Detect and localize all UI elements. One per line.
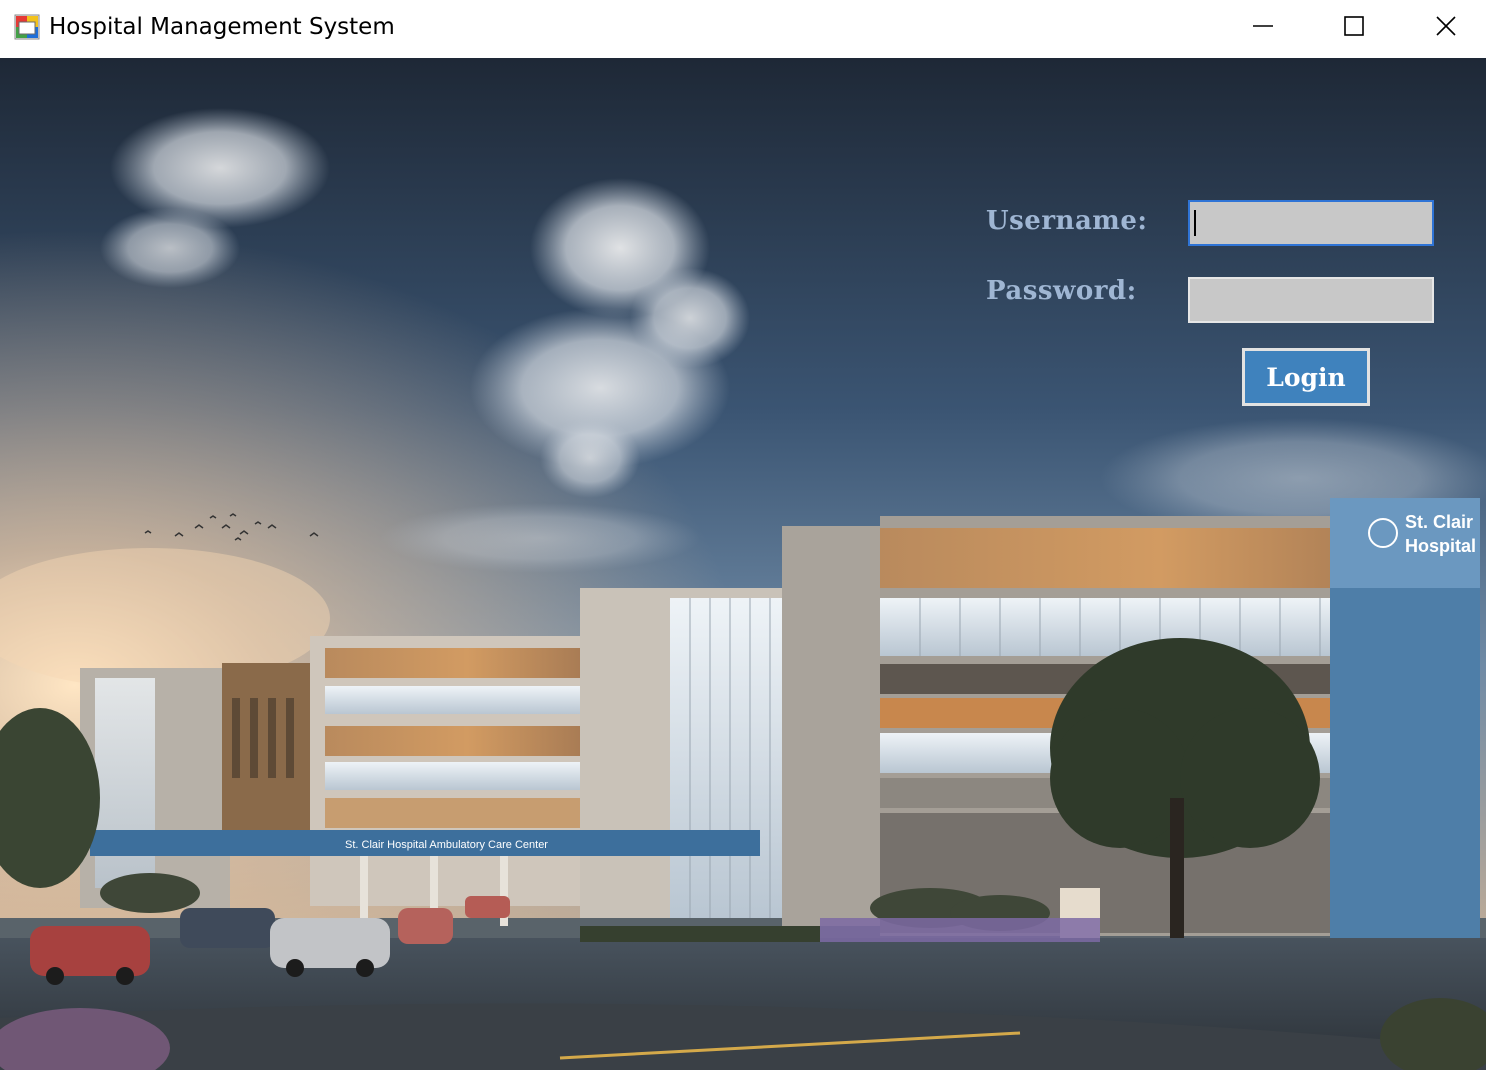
minimize-icon <box>1253 25 1273 27</box>
password-input[interactable] <box>1188 277 1434 323</box>
username-input[interactable] <box>1188 200 1434 246</box>
password-label: Password: <box>986 276 1137 306</box>
window-title: Hospital Management System <box>49 14 395 40</box>
maximize-button[interactable] <box>1308 0 1400 52</box>
canopy-sign: St. Clair Hospital Ambulatory Care Cente… <box>345 839 548 851</box>
app-window-icon <box>14 14 40 40</box>
title-bar: Hospital Management System <box>0 0 1486 58</box>
username-label: Username: <box>986 206 1148 236</box>
minimize-button[interactable] <box>1217 0 1309 52</box>
building-sign-line2: Hospital <box>1405 536 1476 556</box>
login-button[interactable]: Login <box>1242 348 1370 406</box>
close-button[interactable] <box>1400 0 1486 52</box>
text-caret <box>1194 210 1196 236</box>
maximize-icon <box>1344 16 1364 36</box>
building-sign: St. Clair <box>1405 512 1473 532</box>
close-icon <box>1436 16 1456 36</box>
